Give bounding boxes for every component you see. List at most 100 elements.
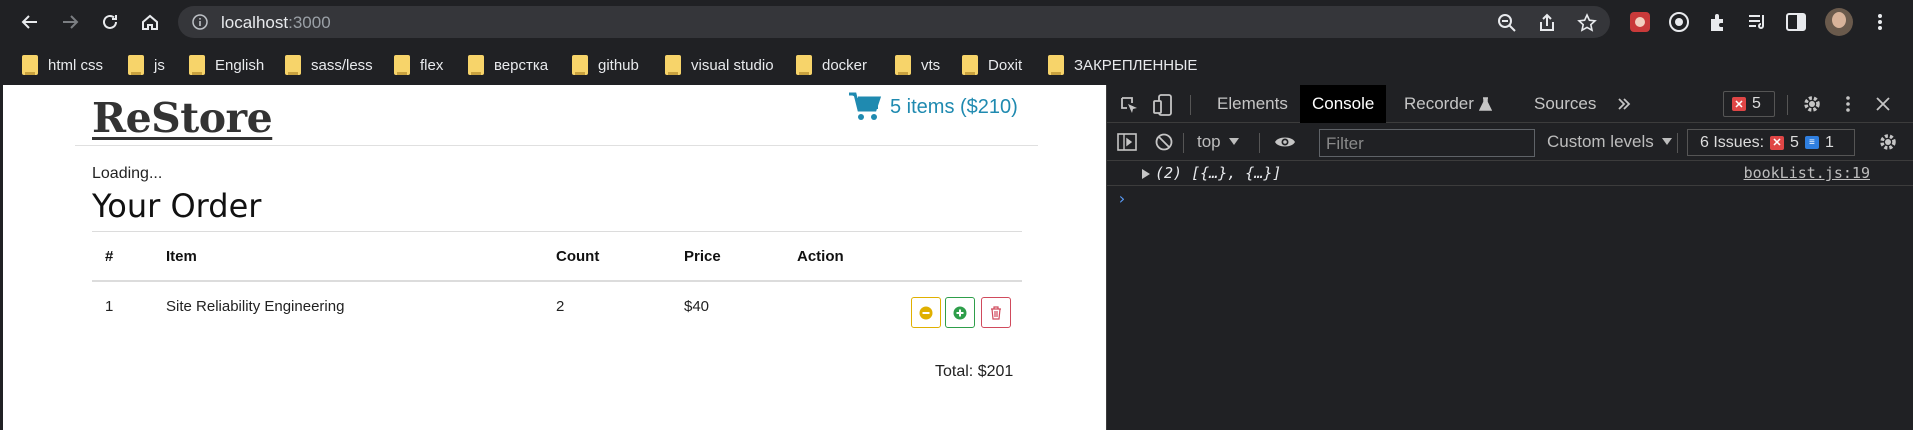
bookmark-label: flex — [420, 56, 444, 74]
bookmark-folder[interactable]: Doxit — [962, 53, 1022, 77]
close-icon[interactable] — [1875, 96, 1891, 112]
error-x-icon: ✕ — [1770, 135, 1785, 150]
media-queue-icon[interactable] — [1746, 11, 1768, 33]
console-prompt[interactable]: › — [1117, 189, 1127, 208]
column-header-item: Item — [166, 248, 197, 265]
back-button[interactable] — [16, 8, 44, 36]
avatar[interactable] — [1825, 8, 1853, 36]
forward-button[interactable] — [56, 8, 84, 36]
issues-error-count: 5 — [1790, 133, 1799, 151]
eye-icon[interactable] — [1274, 134, 1296, 150]
flask-icon — [1478, 97, 1492, 111]
console-settings-gear-icon[interactable] — [1878, 132, 1898, 152]
cart-summary-link[interactable]: 5 items ($210) — [848, 91, 1018, 123]
increase-button[interactable] — [945, 297, 975, 328]
bookmark-folder[interactable]: English — [189, 53, 264, 77]
log-levels-label: Custom levels — [1547, 132, 1654, 151]
star-icon[interactable] — [1577, 13, 1597, 33]
arrow-left-icon — [21, 15, 37, 29]
extension-target-icon[interactable] — [1668, 11, 1690, 33]
more-vert-icon[interactable] — [1869, 11, 1891, 33]
zoom-icon[interactable] — [1497, 13, 1517, 33]
issues-info-count: 1 — [1824, 133, 1834, 151]
share-icon[interactable] — [1537, 13, 1557, 33]
sidebar-toggle-icon[interactable] — [1117, 132, 1137, 152]
bookmarks-bar: html css js English sass/less flex верст… — [0, 44, 1913, 85]
bookmark-label: vts — [921, 56, 941, 74]
log-source-link[interactable]: bookList.js:19 — [1744, 164, 1870, 182]
bookmark-folder[interactable]: ЗАКРЕПЛЕННЫЕ — [1048, 53, 1197, 77]
bookmark-folder[interactable]: flex — [394, 53, 443, 77]
trash-icon — [991, 305, 1001, 320]
extension-red-icon[interactable] — [1629, 11, 1651, 33]
log-expression[interactable]: (2) [{…}, {…}] — [1155, 164, 1281, 182]
home-icon — [142, 14, 158, 30]
error-x-icon: ✕ — [1732, 97, 1746, 111]
inspect-element-icon[interactable] — [1119, 95, 1139, 115]
avatar-face — [1832, 12, 1846, 28]
row-index: 1 — [105, 298, 114, 315]
tab-sources[interactable]: Sources — [1522, 85, 1608, 123]
address-bar[interactable]: localhost:3000 — [178, 6, 1610, 38]
order-table: # Item Count Price Action 1 Site Reliabi… — [92, 232, 1022, 339]
browser-chrome: localhost:3000 html css js English sass/… — [0, 0, 1913, 85]
bookmark-folder[interactable]: верстка — [468, 53, 548, 77]
decrease-button[interactable] — [911, 297, 941, 328]
arrow-right-icon — [63, 15, 79, 29]
delete-button[interactable] — [981, 297, 1011, 328]
reload-button[interactable] — [96, 8, 124, 36]
more-vert-icon[interactable] — [1838, 94, 1858, 114]
column-header-count: Count — [556, 248, 600, 265]
tab-elements[interactable]: Elements — [1205, 85, 1300, 123]
tab-console[interactable]: Console — [1300, 85, 1387, 123]
column-header-price: Price — [684, 248, 721, 265]
bookmark-label: sass/less — [311, 56, 373, 74]
info-message-icon: ≡ — [1804, 136, 1819, 149]
clear-console-icon[interactable] — [1155, 133, 1173, 151]
gear-icon[interactable] — [1802, 94, 1822, 114]
table-header-row: # Item Count Price Action — [92, 232, 1022, 282]
folder-icon — [468, 55, 484, 75]
device-toolbar-icon[interactable] — [1153, 94, 1173, 116]
bookmark-folder[interactable]: vts — [895, 53, 940, 77]
bookmark-folder[interactable]: sass/less — [285, 53, 373, 77]
brand-logo-link[interactable]: ReStore — [92, 94, 273, 142]
row-count: 2 — [556, 298, 565, 315]
bookmark-folder[interactable]: html css — [22, 53, 103, 77]
log-levels-dropdown[interactable]: Custom levels — [1547, 132, 1672, 152]
console-toolbar: top Filter Custom levels 6 Issues: ✕ 5 ≡ 1 — [1107, 123, 1913, 161]
home-button[interactable] — [136, 8, 164, 36]
cart-summary-text: 5 items ($210) — [890, 95, 1018, 118]
column-header-index: # — [105, 248, 114, 265]
puzzle-icon[interactable] — [1707, 11, 1729, 33]
toolbar-separator — [1787, 95, 1788, 115]
tab-recorder[interactable]: Recorder — [1392, 85, 1504, 123]
side-panel-icon[interactable] — [1785, 11, 1807, 33]
console-log-entry[interactable]: (2) [{…}, {…}] bookList.js:19 — [1107, 161, 1913, 186]
expand-triangle-icon[interactable] — [1142, 169, 1150, 179]
url-host: localhost — [221, 13, 289, 32]
bookmark-folder[interactable]: js — [128, 53, 165, 77]
header-divider — [75, 145, 1038, 146]
devtools-tab-bar: Elements Console Recorder Sources ✕ 5 — [1107, 85, 1913, 123]
table-row: 1 Site Reliability Engineering 2 $40 — [92, 282, 1022, 339]
bookmark-label: js — [154, 56, 165, 74]
filter-input[interactable]: Filter — [1319, 129, 1535, 157]
folder-icon — [394, 55, 410, 75]
issues-label: 6 Issues: — [1700, 133, 1765, 151]
folder-icon — [128, 55, 144, 75]
row-item: Site Reliability Engineering — [166, 298, 345, 315]
app-page: ReStore 5 items ($210) Loading... Your O… — [0, 85, 1106, 430]
bookmark-folder[interactable]: docker — [796, 53, 867, 77]
folder-icon — [189, 55, 205, 75]
folder-icon — [796, 55, 812, 75]
error-count: 5 — [1752, 95, 1761, 112]
bookmark-folder[interactable]: github — [572, 53, 639, 77]
chevron-double-right-icon[interactable] — [1616, 96, 1632, 112]
error-counter-badge[interactable]: ✕ 5 — [1723, 91, 1775, 117]
issues-counter-button[interactable]: 6 Issues: ✕ 5 ≡ 1 — [1687, 129, 1855, 156]
bookmark-folder[interactable]: visual studio — [665, 53, 774, 77]
loading-text: Loading... — [92, 165, 163, 182]
info-icon — [192, 14, 208, 30]
context-selector[interactable]: top — [1197, 132, 1239, 152]
